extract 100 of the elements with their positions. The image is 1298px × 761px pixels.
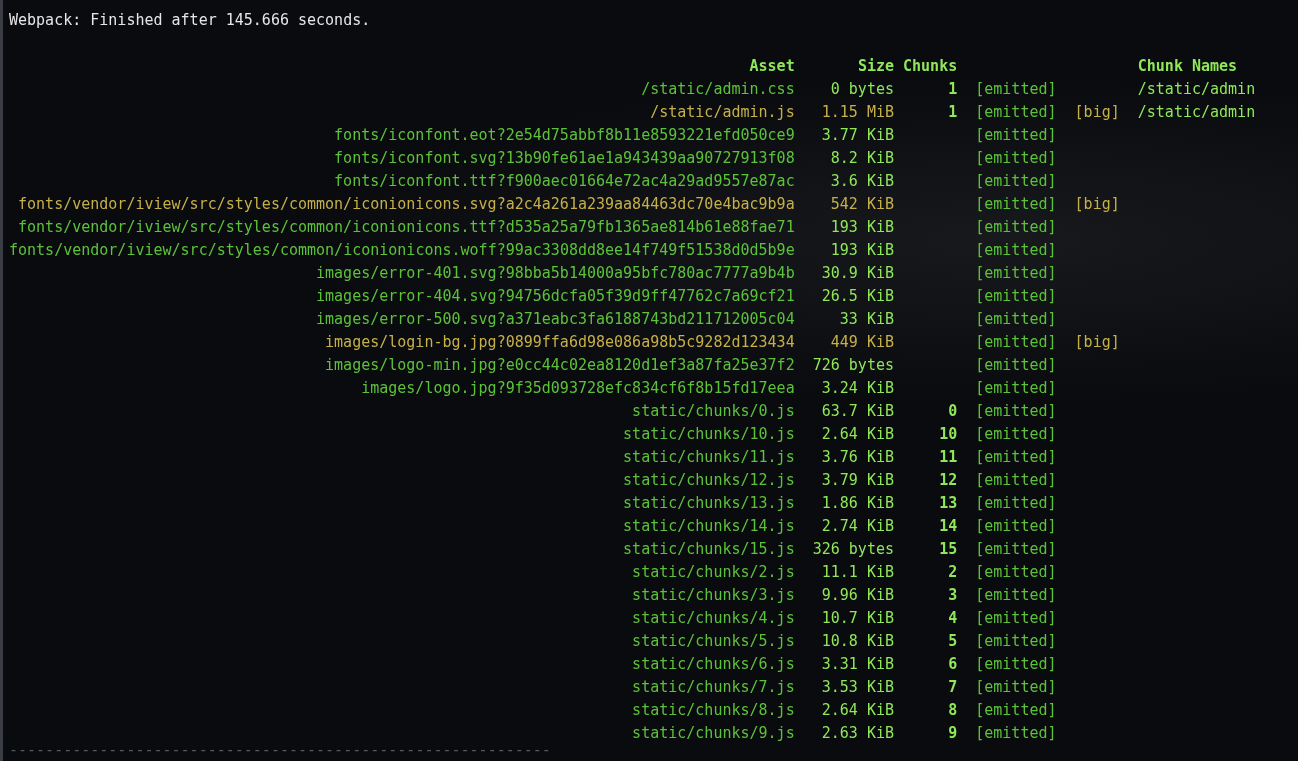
- emit-status: [emitted]: [974, 493, 1057, 514]
- file-size: 3.53 KiB: [820, 677, 894, 698]
- emit-status: [emitted]: [974, 516, 1057, 537]
- chunk-id: 0: [947, 401, 958, 422]
- file-size: 0 bytes: [829, 79, 894, 100]
- file-size: 1.15 MiB: [820, 102, 894, 123]
- chunk-id: 15: [938, 539, 958, 560]
- asset-name: static/chunks/15.js: [622, 539, 795, 560]
- asset-name: static/chunks/13.js: [622, 493, 795, 514]
- file-size: 63.7 KiB: [820, 401, 894, 422]
- chunk-id: 4: [947, 608, 958, 629]
- file-size: 1.86 KiB: [820, 493, 894, 514]
- emit-status: [emitted]: [974, 424, 1057, 445]
- file-size: 326 bytes: [811, 539, 894, 560]
- asset-name: /static/admin.css: [640, 79, 795, 100]
- asset-name: fonts/iconfont.ttf?f900aec01664e72ac4a29ad9557e87ac: [333, 171, 795, 192]
- asset-name: static/chunks/12.js: [622, 470, 795, 491]
- asset-name: static/chunks/6.js: [631, 654, 795, 675]
- asset-name: static/chunks/0.js: [631, 401, 795, 422]
- file-size: 542 KiB: [829, 194, 894, 215]
- chunk-id: 9: [947, 723, 958, 744]
- chunk-id: 2: [947, 562, 958, 583]
- chunk-id: 6: [947, 654, 958, 675]
- chunk-id: 1: [947, 102, 958, 123]
- emit-status: [emitted]: [974, 562, 1057, 583]
- chunk-id: 12: [938, 470, 958, 491]
- file-size: 9.96 KiB: [820, 585, 894, 606]
- emit-status: [emitted]: [974, 378, 1057, 399]
- file-size: 3.31 KiB: [820, 654, 894, 675]
- emit-status: [emitted]: [974, 539, 1057, 560]
- asset-name: images/login-bg.jpg?0899ffa6d98e086a98b5c9282d123434: [324, 332, 795, 353]
- asset-name: static/chunks/9.js: [631, 723, 795, 744]
- asset-name: static/chunks/10.js: [622, 424, 795, 445]
- emit-status: [emitted]: [974, 631, 1057, 652]
- chunk-id: 8: [947, 700, 958, 721]
- size-tag: [big]: [1056, 193, 1120, 216]
- column-header: Asset: [748, 56, 795, 77]
- asset-name: static/chunks/8.js: [631, 700, 795, 721]
- emit-status: [emitted]: [974, 148, 1057, 169]
- asset-name: static/chunks/5.js: [631, 631, 795, 652]
- emit-status: [emitted]: [974, 654, 1057, 675]
- column-header: Size: [856, 56, 894, 77]
- asset-name: static/chunks/14.js: [622, 516, 795, 537]
- emit-status: [emitted]: [974, 608, 1057, 629]
- emit-status: [emitted]: [974, 470, 1057, 491]
- chunk-id: 13: [938, 493, 958, 514]
- asset-name: images/logo.jpg?9f35d093728efc834cf6f8b15fd17eea: [360, 378, 795, 399]
- asset-name: images/error-401.svg?98bba5b14000a95bfc780ac7777a9b4b: [315, 263, 795, 284]
- chunk-name: /static/admin: [1136, 102, 1257, 123]
- emit-status: [emitted]: [974, 286, 1057, 307]
- size-tag: [big]: [1056, 101, 1120, 124]
- separator-text: ------------------------------------------------------------: [9, 745, 552, 755]
- chunk-id: 1: [947, 79, 958, 100]
- file-size: 3.76 KiB: [820, 447, 894, 468]
- chunk-id: 3: [947, 585, 958, 606]
- chunk-name: /static/admin: [1136, 79, 1257, 100]
- emit-status: [emitted]: [974, 194, 1057, 215]
- file-size: 2.74 KiB: [820, 516, 894, 537]
- emit-status: [emitted]: [974, 585, 1057, 606]
- asset-name: static/chunks/3.js: [631, 585, 795, 606]
- file-size: 11.1 KiB: [820, 562, 894, 583]
- emit-status: [emitted]: [974, 240, 1057, 261]
- emit-status: [emitted]: [974, 217, 1057, 238]
- emit-status: [emitted]: [974, 401, 1057, 422]
- file-size: 26.5 KiB: [820, 286, 894, 307]
- asset-name: images/error-404.svg?94756dcfa05f39d9ff47762c7a69cf21: [315, 286, 795, 307]
- emit-status: [emitted]: [974, 125, 1057, 146]
- file-size: 2.64 KiB: [820, 424, 894, 445]
- emit-status: [emitted]: [974, 171, 1057, 192]
- emit-status: [emitted]: [974, 102, 1057, 123]
- file-size: 726 bytes: [811, 355, 894, 376]
- file-size: 193 KiB: [829, 240, 894, 261]
- file-size: 10.7 KiB: [820, 608, 894, 629]
- file-size: 8.2 KiB: [829, 148, 894, 169]
- asset-name: /static/admin.js: [649, 102, 795, 123]
- file-size: 10.8 KiB: [820, 631, 894, 652]
- asset-name: fonts/vendor/iview/src/styles/common/iconionicons.ttf?d535a25a79fb1365ae814b61e88fae71: [17, 217, 795, 238]
- asset-name: static/chunks/4.js: [631, 608, 795, 629]
- size-tag: [big]: [1056, 331, 1120, 354]
- asset-name: static/chunks/7.js: [631, 677, 795, 698]
- emit-status: [emitted]: [974, 723, 1057, 744]
- file-size: 3.6 KiB: [829, 171, 894, 192]
- chunk-id: 14: [938, 516, 958, 537]
- column-header: Chunks: [902, 56, 958, 77]
- emit-status: [emitted]: [974, 263, 1057, 284]
- asset-name: images/error-500.svg?a371eabc3fa6188743bd211712005c04: [315, 309, 795, 330]
- emit-status: [emitted]: [974, 677, 1057, 698]
- file-size: 2.63 KiB: [820, 723, 894, 744]
- file-size: 3.77 KiB: [820, 125, 894, 146]
- column-header: Chunk Names: [1136, 56, 1239, 77]
- emit-status: [emitted]: [974, 309, 1057, 330]
- chunk-id: 7: [947, 677, 958, 698]
- asset-name: fonts/iconfont.eot?2e54d75abbf8b11e8593221efd050ce9: [333, 125, 795, 146]
- file-size: 33 KiB: [838, 309, 894, 330]
- emit-status: [emitted]: [974, 700, 1057, 721]
- emit-status: [emitted]: [974, 447, 1057, 468]
- asset-name: images/logo-min.jpg?e0cc44c02ea8120d1ef3a87fa25e37f2: [324, 355, 795, 376]
- emit-status: [emitted]: [974, 355, 1057, 376]
- file-size: 30.9 KiB: [820, 263, 894, 284]
- asset-name: fonts/iconfont.svg?13b90fe61ae1a943439aa90727913f08: [333, 148, 795, 169]
